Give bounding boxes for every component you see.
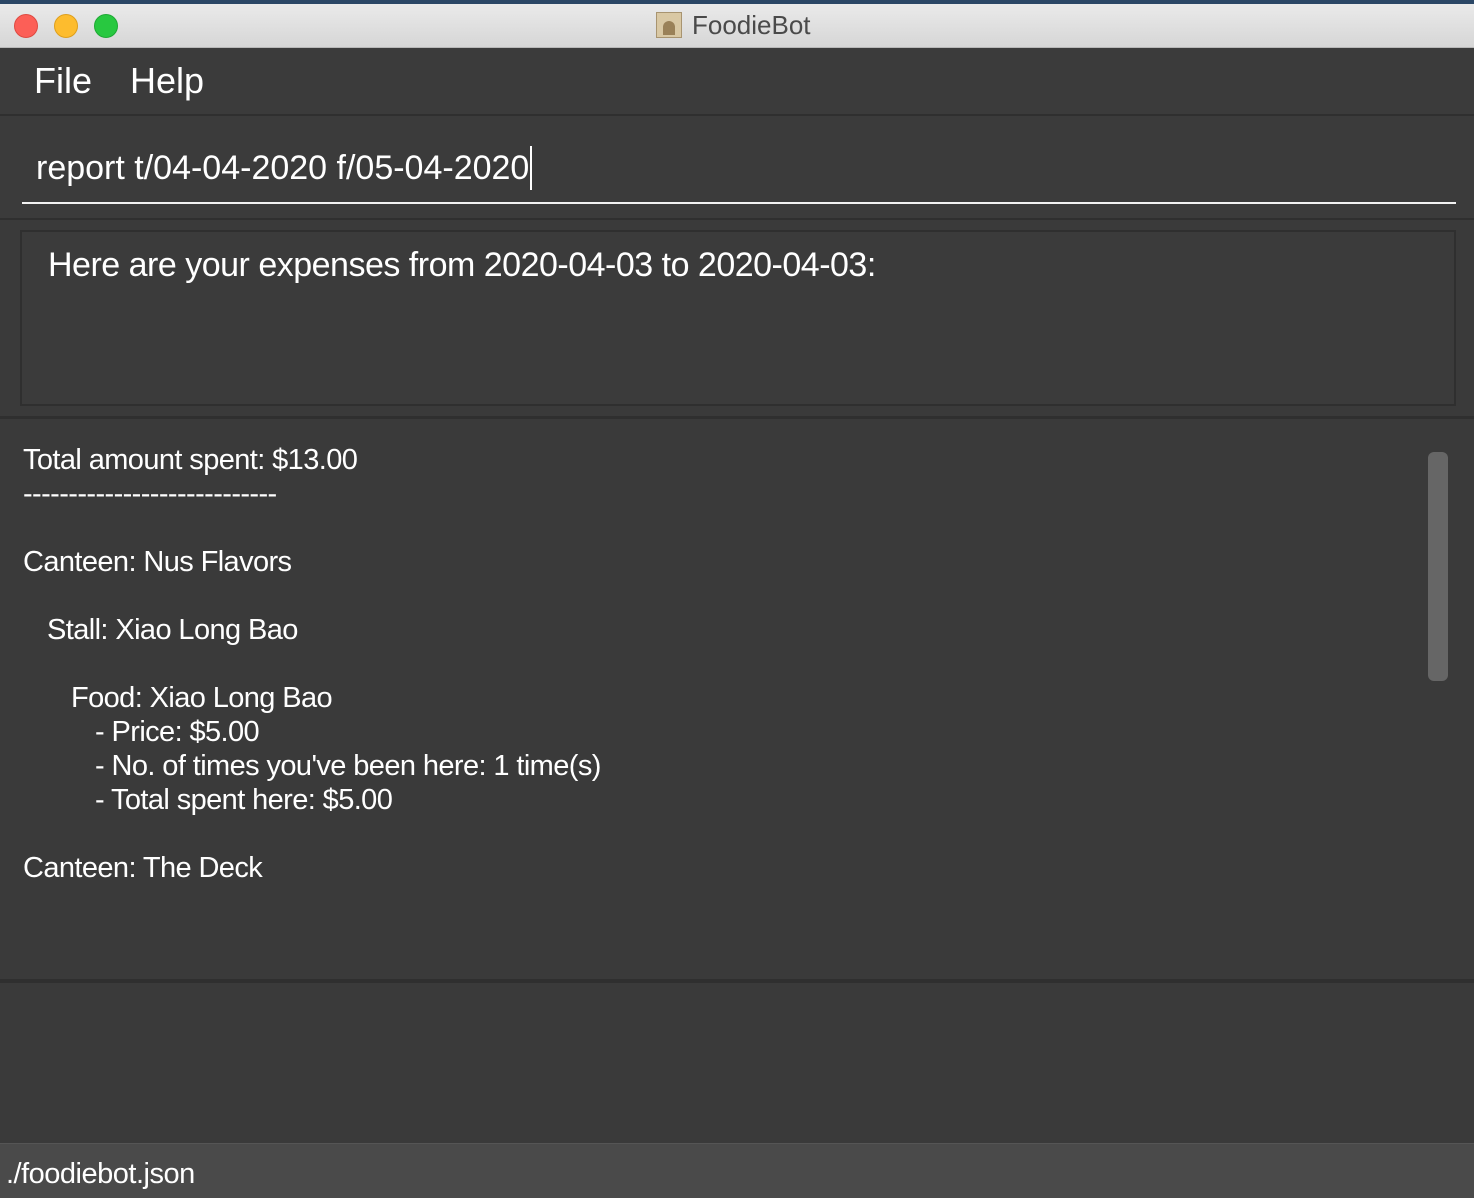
window-titlebar: FoodieBot (0, 0, 1474, 48)
report-price: - Price: $5.00 (95, 716, 260, 748)
report-visits: - No. of times you've been here: 1 time(… (95, 750, 601, 782)
command-box: report t/04-04-2020 f/05-04-2020 (0, 116, 1474, 220)
background-strip (0, 0, 1474, 4)
command-text: report t/04-04-2020 f/05-04-2020 (36, 148, 530, 187)
report-food: Food: Xiao Long Bao (71, 682, 333, 714)
save-file-path: ./foodiebot.json (6, 1158, 195, 1190)
menu-help[interactable]: Help (130, 60, 204, 102)
text-caret (530, 146, 533, 190)
vertical-scrollbar[interactable] (1428, 452, 1448, 681)
report-stall: Stall: Xiao Long Bao (47, 614, 298, 646)
command-input[interactable]: report t/04-04-2020 f/05-04-2020 (22, 134, 1456, 204)
window-title-area: FoodieBot (656, 10, 811, 40)
report-total-spent: - Total spent here: $5.00 (95, 784, 393, 816)
app-icon (656, 12, 682, 38)
panel-divider (0, 416, 1474, 419)
menu-file[interactable]: File (34, 60, 92, 102)
report-panel[interactable]: Total amount spent: $13.00 -------------… (0, 420, 1474, 980)
maximize-window-button[interactable] (94, 14, 118, 38)
empty-panel (0, 983, 1474, 1143)
window-title: FoodieBot (692, 9, 811, 40)
result-display[interactable]: Here are your expenses from 2020-04-03 t… (20, 230, 1456, 406)
minimize-window-button[interactable] (54, 14, 78, 38)
report-separator: ---------------------------- (23, 478, 277, 510)
close-window-button[interactable] (14, 14, 38, 38)
result-message: Here are your expenses from 2020-04-03 t… (48, 246, 876, 284)
report-canteen: Canteen: The Deck (23, 852, 263, 884)
report-canteen: Canteen: Nus Flavors (23, 546, 292, 578)
status-bar: ./foodiebot.json (0, 1143, 1474, 1198)
menu-bar: File Help (0, 48, 1474, 116)
report-total: Total amount spent: $13.00 (23, 444, 358, 476)
